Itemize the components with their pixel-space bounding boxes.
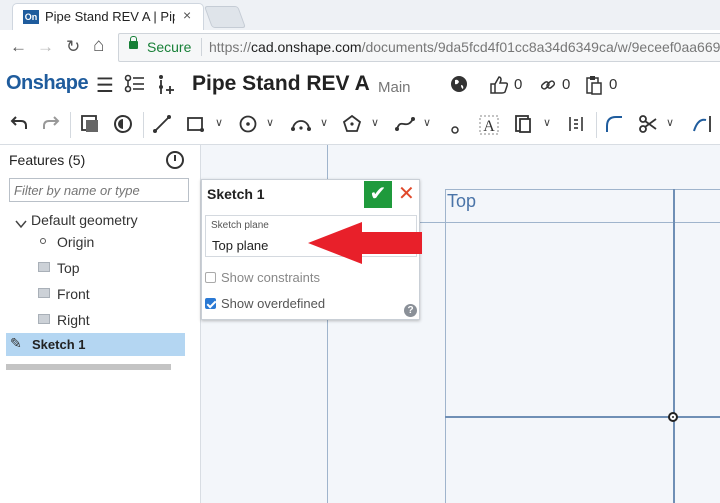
branch-name[interactable]: Main <box>378 79 411 96</box>
top-plane-edge <box>445 189 446 503</box>
show-constraints-label[interactable]: Show constraints <box>221 270 320 285</box>
sketch-plane-value: Top plane <box>212 238 269 253</box>
rollback-timer-icon[interactable] <box>166 151 184 169</box>
menu-icon[interactable]: ☰ <box>96 73 114 98</box>
accept-button[interactable]: ✔ <box>364 181 392 208</box>
plane-icon <box>38 262 50 272</box>
sketch-toolbar: ∨ ∨ ∨ ∨ ∨ A ∨ ∨ <box>0 106 720 145</box>
toolbar-divider <box>70 112 71 138</box>
dimension-tool-icon[interactable] <box>566 114 586 139</box>
extend-tool-icon[interactable] <box>692 114 714 139</box>
collapse-chevron-icon[interactable] <box>15 216 27 229</box>
browser-tab[interactable]: On Pipe Stand REV A | Pipe S × <box>12 3 204 30</box>
line-tool-icon[interactable] <box>152 114 172 139</box>
use-tool-icon[interactable] <box>514 114 534 139</box>
onshape-favicon-icon: On <box>23 10 39 24</box>
circle-dropdown-icon[interactable]: ∨ <box>266 116 274 129</box>
back-icon[interactable]: ← <box>10 37 27 57</box>
origin-icon <box>40 238 46 244</box>
onshape-logo[interactable]: Onshape <box>6 72 89 95</box>
pencil-icon: ✎ <box>10 335 22 351</box>
feature-sketch-1[interactable]: ✎ Sketch 1 <box>6 333 185 356</box>
lock-icon <box>129 36 138 49</box>
version-graph-icon[interactable] <box>124 74 146 99</box>
arc-dropdown-icon[interactable]: ∨ <box>320 116 328 129</box>
toolbar-divider <box>596 112 597 138</box>
feature-origin[interactable]: Origin <box>57 234 94 250</box>
link-count: 0 <box>562 76 571 93</box>
secure-label: Secure <box>147 39 192 55</box>
plane-icon <box>38 288 50 298</box>
plane-icon <box>38 314 50 324</box>
sketch-mode-icon[interactable] <box>113 114 133 139</box>
like-count: 0 <box>514 76 523 93</box>
document-title[interactable]: Pipe Stand REV A <box>192 72 370 96</box>
url-field[interactable]: Secure https://cad.onshape.com/documents… <box>118 33 720 62</box>
point-tool-icon[interactable] <box>450 120 460 140</box>
browser-address-bar: ← → ↻ ⌂ Secure https://cad.onshape.com/d… <box>0 30 720 65</box>
svg-text:A: A <box>483 118 495 135</box>
features-heading: Features (5) <box>9 152 86 168</box>
origin-point-icon[interactable] <box>668 412 678 422</box>
axis-line <box>673 189 675 503</box>
feature-right-plane[interactable]: Right <box>57 312 90 328</box>
browser-tab-strip: On Pipe Stand REV A | Pipe S × <box>0 0 720 30</box>
feature-filter-input[interactable] <box>9 178 189 202</box>
spline-dropdown-icon[interactable]: ∨ <box>423 116 431 129</box>
sketch-plane-label: Sketch plane <box>211 220 269 231</box>
default-geometry-group[interactable]: Default geometry <box>31 212 138 228</box>
feature-list-panel: Features (5) Default geometry Origin Top… <box>0 145 201 503</box>
polygon-dropdown-icon[interactable]: ∨ <box>371 116 379 129</box>
toolbar-divider <box>143 112 144 138</box>
url-text: https://cad.onshape.com/documents/9da5fc… <box>209 39 720 55</box>
trim-dropdown-icon[interactable]: ∨ <box>666 116 674 129</box>
cancel-button[interactable]: ✕ <box>398 181 415 208</box>
show-overdefined-checkbox[interactable] <box>205 298 216 309</box>
feature-top-plane[interactable]: Top <box>57 260 80 276</box>
like-icon[interactable] <box>489 75 509 100</box>
annotation-arrow-icon <box>308 222 362 264</box>
circle-tool-icon[interactable] <box>238 114 258 139</box>
url-scheme: https:// <box>209 39 252 55</box>
url-host: cad.onshape.com <box>251 39 362 55</box>
add-item-icon[interactable] <box>156 74 176 101</box>
text-tool-icon[interactable]: A <box>478 114 500 141</box>
app-header: Onshape ☰ Pipe Stand REV A Main 0 0 0 <box>0 64 720 106</box>
feature-sketch-label: Sketch 1 <box>32 337 86 352</box>
copy-count: 0 <box>609 76 618 93</box>
help-icon[interactable]: ? <box>404 304 417 317</box>
spline-tool-icon[interactable] <box>394 114 416 139</box>
undo-icon[interactable] <box>10 114 28 137</box>
copy-icon[interactable] <box>586 75 602 100</box>
rectangle-dropdown-icon[interactable]: ∨ <box>215 116 223 129</box>
tab-title: Pipe Stand REV A | Pipe S <box>45 9 175 24</box>
sketch-tool-icon[interactable] <box>80 114 100 139</box>
feature-front-plane[interactable]: Front <box>57 286 90 302</box>
show-constraints-checkbox[interactable] <box>205 272 216 283</box>
trim-tool-icon[interactable] <box>638 114 658 139</box>
arc-tool-icon[interactable] <box>290 114 312 139</box>
axis-line <box>445 416 720 418</box>
top-plane-edge <box>445 189 720 190</box>
reload-icon[interactable]: ↻ <box>66 37 80 57</box>
dialog-title: Sketch 1 <box>207 186 265 202</box>
url-path: /documents/9da5fcd4f01cc8a34d6349ca/w/9e… <box>361 39 720 55</box>
home-icon[interactable]: ⌂ <box>93 35 104 57</box>
annotation-arrow-shaft <box>360 232 422 254</box>
use-dropdown-icon[interactable]: ∨ <box>543 116 551 129</box>
show-overdefined-label[interactable]: Show overdefined <box>221 296 325 311</box>
polygon-tool-icon[interactable] <box>342 114 362 139</box>
link-icon[interactable] <box>540 77 556 98</box>
fillet-tool-icon[interactable] <box>604 114 624 139</box>
forward-icon[interactable]: → <box>37 37 54 57</box>
top-plane-label[interactable]: Top <box>447 191 476 212</box>
rectangle-tool-icon[interactable] <box>186 114 206 139</box>
new-tab-button[interactable] <box>203 6 247 28</box>
redo-icon[interactable] <box>42 114 60 137</box>
url-divider <box>201 38 202 56</box>
tab-close-icon[interactable]: × <box>183 7 191 23</box>
globe-icon[interactable] <box>450 75 468 98</box>
horizontal-scrollbar[interactable] <box>6 364 171 370</box>
